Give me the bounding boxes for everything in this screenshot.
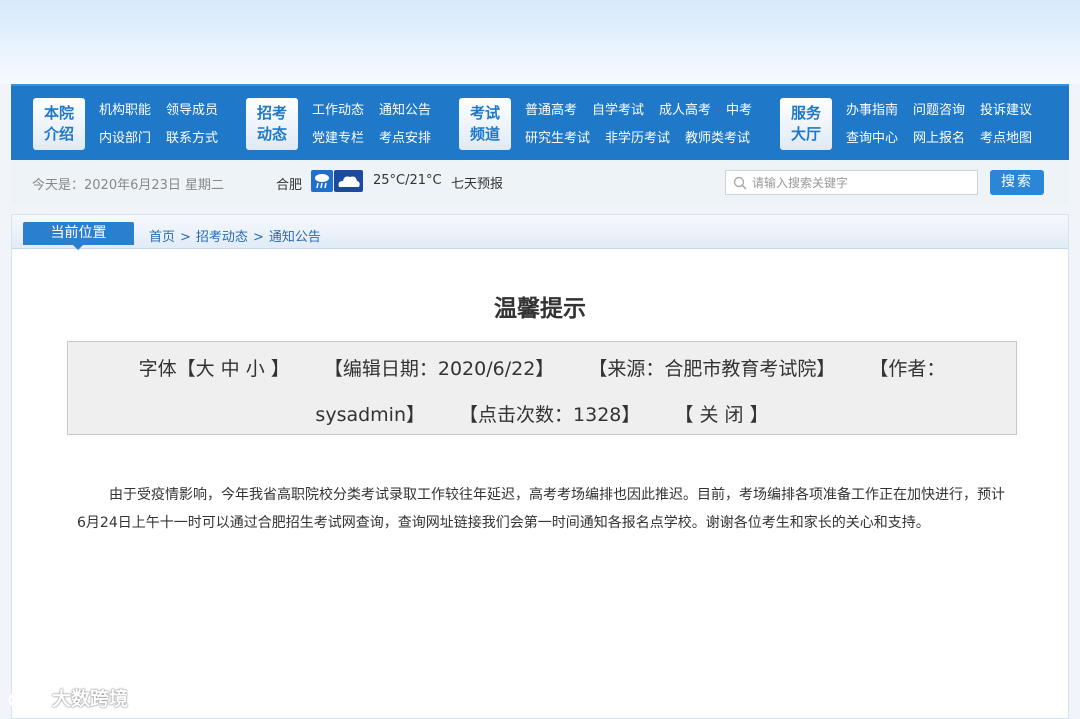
nav-link[interactable]: 联系方式 (166, 131, 218, 146)
close-button[interactable]: 【 关 闭 】 (674, 400, 768, 427)
font-medium-button[interactable]: 中 (221, 354, 240, 381)
nav-badge-line: 服务 (790, 104, 821, 122)
search-button[interactable]: 搜索 (990, 170, 1044, 195)
nav-link[interactable]: 考点地图 (980, 131, 1032, 146)
search-field[interactable] (725, 170, 978, 195)
nav-link[interactable]: 投诉建议 (980, 103, 1032, 118)
cloud-icon (334, 170, 363, 192)
nav-link[interactable]: 普通高考 (525, 103, 577, 118)
font-size-label: 字体【 (138, 358, 196, 380)
rain-icon (311, 170, 333, 192)
city-name: 合肥 (276, 178, 303, 193)
nav-badge-line: 考试 (469, 104, 500, 122)
breadcrumb-separator: > (252, 230, 264, 245)
nav-links-about: 机构职能 领导成员 内设部门 联系方式 (99, 100, 233, 156)
font-size-close: 】 (270, 358, 290, 380)
nav-link[interactable]: 中考 (726, 103, 752, 118)
nav-link[interactable]: 工作动态 (312, 103, 364, 118)
meta-line: 字体【大 中 小 】 【编辑日期：2020/6/22】 【来源：合肥市教育考试院… (68, 354, 1016, 381)
nav-link[interactable]: 内设部门 (99, 131, 151, 146)
article-body: 由于受疫情影响，今年我省高职院校分类考试录取工作较往年延迟，高考考场编排也因此推… (77, 487, 1005, 531)
author-name: sysadmin】 (315, 404, 425, 426)
content-panel: 当前位置 首页 > 招考动态 > 通知公告 温馨提示 字体【大 中 小 】 【编辑日期：… (11, 214, 1069, 719)
watermark-text: 大数跨境 (52, 688, 129, 710)
nav-link[interactable]: 教师类考试 (685, 131, 750, 146)
article-source: 【来源：合肥市教育考试院】 (588, 358, 836, 380)
search-input[interactable] (752, 174, 972, 192)
nav-links-services: 办事指南 问题咨询 投诉建议 查询中心 网上报名 考点地图 (846, 100, 1047, 156)
nav-link[interactable]: 自学考试 (592, 103, 644, 118)
nav-links-exams: 普通高考 自学考试 成人高考 中考 研究生考试 非学历考试 教师类考试 (525, 100, 767, 156)
nav-link[interactable]: 领导成员 (166, 103, 218, 118)
article-meta: 字体【大 中 小 】 【编辑日期：2020/6/22】 【来源：合肥市教育考试院… (67, 341, 1017, 435)
breadcrumb-separator: > (180, 230, 191, 245)
forecast-link[interactable]: 七天预报 (451, 173, 503, 192)
nav-badge-exams[interactable]: 考试 频道 (459, 98, 511, 150)
nav-link[interactable]: 机构职能 (99, 103, 151, 118)
nav-link[interactable]: 问题咨询 (913, 103, 965, 118)
nav-links-news: 工作动态 通知公告 党建专栏 考点安排 (312, 100, 446, 156)
main-nav-bar: 本院 介绍 机构职能 领导成员 内设部门 联系方式 招考 动态 工作动态 通知公告 党… (11, 84, 1069, 160)
nav-link[interactable]: 通知公告 (379, 103, 431, 118)
breadcrumb-news[interactable]: 招考动态 (196, 230, 248, 245)
breadcrumb-home[interactable]: 首页 (149, 230, 175, 245)
nav-badge-line: 大厅 (790, 125, 821, 143)
breadcrumb: 当前位置 首页 > 招考动态 > 通知公告 (12, 215, 1068, 250)
date-text: 今天是：2020年6月23日 星期二 (32, 178, 225, 193)
nav-badge-about[interactable]: 本院 介绍 (33, 98, 85, 150)
breadcrumb-trail: 首页 > 招考动态 > 通知公告 (149, 226, 321, 245)
nav-link[interactable]: 网上报名 (913, 131, 965, 146)
font-small-button[interactable]: 小 (246, 354, 265, 381)
nav-link[interactable]: 研究生考试 (525, 131, 590, 146)
nav-link[interactable]: 成人高考 (659, 103, 711, 118)
nav-badge-line: 动态 (256, 125, 287, 143)
click-count: 【点击次数：1328】 (459, 404, 641, 426)
nav-link[interactable]: 考点安排 (379, 131, 431, 146)
article-title: 温馨提示 (494, 296, 586, 322)
watermark: 大数跨境 (8, 684, 128, 711)
search-icon (733, 176, 747, 190)
header-banner (0, 0, 1080, 84)
nav-badge-line: 招考 (256, 104, 287, 122)
current-location-label: 当前位置 (23, 222, 134, 250)
breadcrumb-notices[interactable]: 通知公告 (269, 230, 321, 245)
nav-badge-news[interactable]: 招考 动态 (246, 98, 298, 150)
nav-link[interactable]: 办事指南 (846, 103, 898, 118)
nav-badge-services[interactable]: 服务 大厅 (780, 98, 832, 150)
author-label: 【作者： (869, 358, 946, 380)
meta-line: sysadmin】 【点击次数：1328】 【 关 闭 】 (68, 400, 1016, 427)
font-large-button[interactable]: 大 (196, 354, 215, 381)
watermark-logo-icon (8, 691, 47, 708)
edit-date: 【编辑日期：2020/6/22】 (323, 358, 555, 380)
nav-link[interactable]: 党建专栏 (312, 131, 364, 146)
nav-link[interactable]: 非学历考试 (605, 131, 670, 146)
info-bar: 今天是：2020年6月23日 星期二 合肥 25°C/21°C 七天预报 搜索 (11, 160, 1069, 204)
nav-badge-line: 介绍 (43, 125, 74, 143)
nav-badge-line: 本院 (43, 104, 74, 122)
nav-link[interactable]: 查询中心 (846, 131, 898, 146)
nav-badge-line: 频道 (469, 125, 500, 143)
temperature: 25°C/21°C (373, 173, 442, 188)
